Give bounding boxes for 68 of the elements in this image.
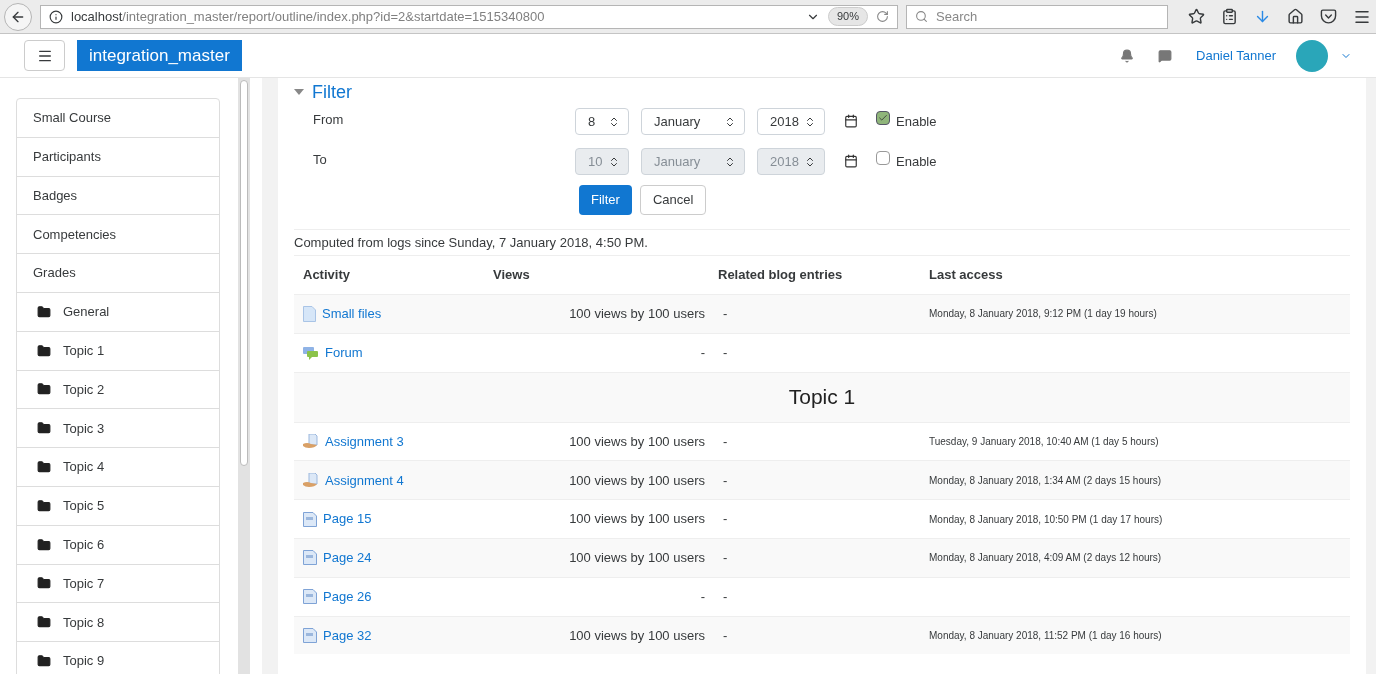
nav-item[interactable]: Badges — [17, 176, 219, 216]
last-access-cell-text: Monday, 8 January 2018, 1:34 AM (2 days 15 hours) — [929, 473, 1162, 488]
section-nav-item[interactable]: Topic 9 — [17, 642, 219, 674]
enable-label: Enable — [896, 113, 937, 131]
nav-item[interactable]: Small Course — [17, 99, 219, 138]
blog-cell: - — [723, 472, 728, 488]
views-cell-text: 100 views by 100 users — [569, 510, 705, 529]
month-select[interactable]: January — [641, 108, 745, 135]
search-input[interactable]: Search — [936, 6, 1159, 27]
section-nav-item[interactable]: Topic 5 — [17, 486, 219, 526]
activity-link[interactable]: Assignment 4 — [325, 470, 404, 491]
views-cell-text: 100 views by 100 users — [569, 305, 705, 324]
last-access-cell-text: Monday, 8 January 2018, 11:52 PM (1 day 16 hours) — [929, 628, 1162, 643]
column-header: Related blog entries — [717, 266, 844, 285]
activity-link[interactable]: Page 24 — [323, 548, 372, 568]
section-nav-item[interactable]: Topic 2 — [17, 370, 219, 410]
section-nav-item[interactable]: Topic 1 — [17, 331, 219, 371]
views-cell-text: - — [700, 343, 705, 362]
views-cell-text: 100 views by 100 users — [569, 471, 705, 490]
last-access-cell-text: Monday, 8 January 2018, 9:12 PM (1 day 19 hours) — [929, 307, 1157, 322]
blog-cell: - — [723, 344, 728, 360]
column-header: Views — [492, 266, 531, 285]
blog-cell: - — [723, 550, 728, 566]
column-header: Activity — [302, 266, 351, 285]
address-bar[interactable]: localhost/integration_master/report/outline/index.php?id=2&startdate=1515340800 90% — [40, 4, 898, 29]
search-field[interactable]: Search — [906, 4, 1168, 29]
last-access-cell-text: Monday, 8 January 2018, 4:09 AM (2 days 12 hours) — [929, 551, 1162, 566]
cancel-button[interactable]: Cancel — [639, 185, 707, 215]
views-cell-text: - — [700, 587, 705, 606]
filter-toggle[interactable]: Filter — [294, 79, 1350, 105]
blog-cell: - — [723, 306, 728, 322]
blog-cell: - — [723, 588, 728, 604]
blog-cell: - — [723, 511, 728, 527]
last-access-cell-text: Monday, 8 January 2018, 10:50 PM (1 day 17 hours) — [929, 512, 1163, 527]
activity-link[interactable]: Page 26 — [323, 586, 372, 607]
section-nav-item[interactable]: General — [17, 293, 219, 332]
views-cell-text: 100 views by 100 users — [569, 432, 705, 451]
site-name-link[interactable]: integration_master — [77, 40, 242, 71]
year-select[interactable]: 2018 — [757, 108, 825, 135]
logs-note: Computed from logs since Sunday, 7 January 2018, 4:50 PM. — [294, 233, 649, 252]
nav-item[interactable]: Grades — [17, 254, 219, 293]
views-cell-text: 100 views by 100 users — [569, 549, 705, 568]
day-select[interactable]: 8 — [575, 108, 629, 135]
nav-item[interactable]: Participants — [17, 137, 219, 177]
section-heading: Topic 1 — [788, 384, 856, 411]
activity-link[interactable]: Assignment 3 — [325, 431, 404, 452]
date-label: To — [312, 151, 328, 169]
section-nav-item[interactable]: Topic 6 — [17, 525, 219, 565]
activity-link[interactable]: Small files — [322, 304, 382, 324]
activity-link[interactable]: Page 15 — [323, 509, 372, 529]
activity-link[interactable]: Page 32 — [323, 625, 372, 646]
blog-cell: - — [723, 627, 728, 643]
zoom-badge[interactable]: 90% — [827, 7, 868, 26]
nav-item[interactable]: Competencies — [17, 215, 219, 255]
url-text: localhost/integration_master/report/outline/index.php?id=2&startdate=1515340800 — [71, 7, 546, 26]
activity-link[interactable]: Forum — [325, 342, 363, 363]
enable-label: Enable — [896, 153, 937, 171]
user-name-link[interactable]: Daniel Tanner — [1196, 45, 1276, 66]
section-nav-item[interactable]: Topic 8 — [17, 603, 219, 643]
section-nav-item[interactable]: Topic 7 — [17, 564, 219, 604]
column-header: Last access — [929, 266, 1003, 285]
last-access-cell-text: Tuesday, 9 January 2018, 10:40 AM (1 day 5 hours) — [929, 435, 1159, 449]
section-nav-item[interactable]: Topic 3 — [17, 409, 219, 449]
views-cell-text: 100 views by 100 users — [569, 626, 705, 645]
section-nav-item[interactable]: Topic 4 — [17, 448, 219, 487]
blog-cell: - — [723, 433, 728, 449]
date-label: From — [312, 111, 345, 129]
filter-button[interactable]: Filter — [579, 185, 632, 215]
